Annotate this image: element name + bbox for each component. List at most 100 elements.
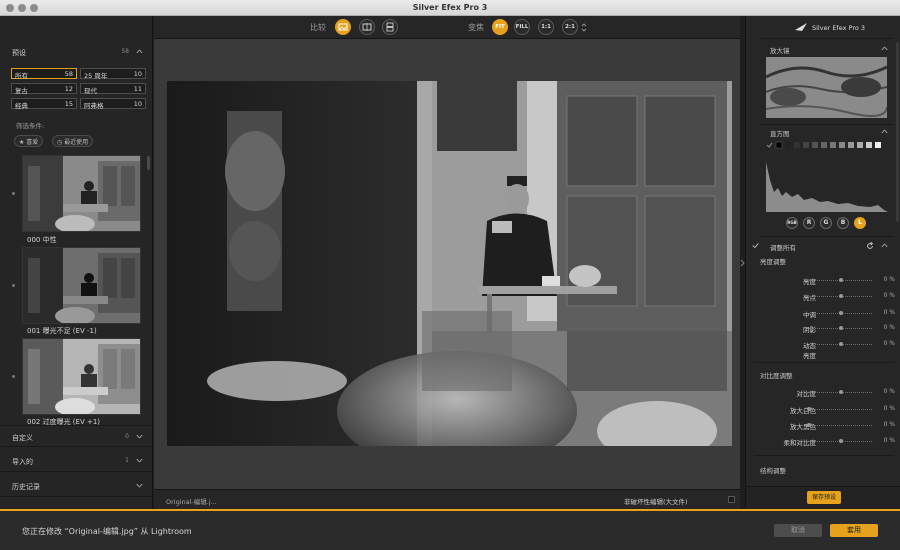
thumbnail-image bbox=[23, 156, 140, 231]
category-all[interactable]: 所有 58 bbox=[11, 68, 77, 80]
preset-label: 000 中性 bbox=[27, 236, 57, 244]
custom-section-label: 自定义 bbox=[12, 434, 33, 442]
apply-button[interactable]: 套用 bbox=[830, 524, 878, 537]
panel-scrollbar[interactable] bbox=[896, 42, 899, 222]
save-preset-button[interactable]: 保存预设 bbox=[807, 491, 841, 504]
chevron-down-icon[interactable] bbox=[136, 433, 143, 440]
slider-brightness[interactable]: 亮度 0 % bbox=[746, 273, 900, 287]
preview-image[interactable] bbox=[167, 81, 732, 446]
host-bottom-bar: 您正在修改 “Original-编辑.jpg” 从 Lightroom 取消 套… bbox=[0, 509, 900, 550]
histogram-label: 直方图 bbox=[770, 130, 790, 138]
slider-knob[interactable] bbox=[839, 342, 843, 346]
slider-track[interactable] bbox=[809, 425, 872, 426]
chevron-up-icon[interactable] bbox=[136, 48, 143, 55]
chevron-down-icon[interactable] bbox=[136, 482, 143, 489]
chevron-up-icon[interactable] bbox=[881, 45, 888, 52]
category-name: 现代 bbox=[84, 87, 97, 95]
category-25th[interactable]: 25 周年 10 bbox=[80, 68, 146, 80]
custom-section[interactable]: 自定义 0 bbox=[0, 425, 153, 447]
slider-knob[interactable] bbox=[807, 407, 811, 411]
slider-shadows[interactable]: 阴影 0 % bbox=[746, 321, 900, 335]
category-name: 25 周年 bbox=[84, 72, 108, 80]
preview-canvas[interactable] bbox=[154, 39, 740, 489]
imported-section[interactable]: 导入的 1 bbox=[0, 450, 153, 472]
category-count: 58 bbox=[64, 70, 73, 78]
slider-track[interactable] bbox=[809, 409, 872, 410]
slider-soft-contrast[interactable]: 柔和对比度 0 % bbox=[746, 434, 900, 448]
category-classic[interactable]: 经典 15 bbox=[11, 98, 77, 110]
structure-section-label: 结构调整 bbox=[760, 467, 786, 475]
zoom-fill-button[interactable]: FILL bbox=[514, 19, 530, 35]
slider-knob[interactable] bbox=[839, 326, 843, 330]
favorite-dot[interactable] bbox=[12, 375, 15, 378]
category-afg[interactable]: 阿弗格 10 bbox=[80, 98, 146, 110]
category-name: 经典 bbox=[15, 102, 28, 110]
preset-thumbnail[interactable] bbox=[22, 155, 141, 232]
edit-mode-checkbox[interactable] bbox=[728, 496, 735, 503]
slider-value: 0 % bbox=[883, 421, 895, 428]
slider-label: 柔和对比度 bbox=[783, 439, 817, 447]
split-view-button[interactable] bbox=[359, 19, 375, 35]
preset-thumbnail[interactable] bbox=[22, 338, 141, 415]
chevron-up-icon[interactable] bbox=[881, 128, 888, 135]
presets-header[interactable]: 预设 58 bbox=[0, 16, 153, 64]
slider-value: 0 % bbox=[883, 405, 895, 412]
chevron-down-icon[interactable] bbox=[136, 457, 143, 464]
slider-midtones[interactable]: 中调 0 % bbox=[746, 306, 900, 320]
title-bar: Silver Efex Pro 3 bbox=[0, 0, 900, 16]
favorite-dot[interactable] bbox=[12, 192, 15, 195]
slider-contrast[interactable]: 对比度 0 % bbox=[746, 385, 900, 399]
side-by-side-button[interactable] bbox=[382, 19, 398, 35]
category-count: 10 bbox=[133, 100, 142, 108]
filter-recent[interactable]: ◷ 最近使用 bbox=[52, 135, 94, 147]
slider-amplify-whites[interactable]: 放大白色 0 % bbox=[746, 402, 900, 416]
cancel-button[interactable]: 取消 bbox=[774, 524, 822, 537]
histogram-b-button[interactable]: B bbox=[837, 217, 849, 229]
filter-favorites[interactable]: ★ 喜爱 bbox=[14, 135, 44, 147]
category-count: 15 bbox=[64, 100, 73, 108]
slider-value: 0 % bbox=[883, 340, 895, 347]
category-vintage[interactable]: 复古 12 bbox=[11, 83, 77, 95]
slider-knob[interactable] bbox=[839, 439, 843, 443]
slider-value: 0 % bbox=[883, 388, 895, 395]
slider-label: 对比度 bbox=[796, 390, 817, 398]
single-view-button[interactable] bbox=[335, 19, 351, 35]
slider-label: 阴影 bbox=[803, 326, 816, 334]
slider-highlights[interactable]: 亮点 0 % bbox=[746, 289, 900, 303]
slider-knob[interactable] bbox=[839, 294, 843, 298]
histogram-rgb-button[interactable]: RGB bbox=[786, 217, 798, 229]
tone-swatches[interactable] bbox=[766, 141, 888, 149]
presets-panel: 预设 58 所有 58 25 周年 10 复古 12 现代 11 经典 15 阿… bbox=[0, 16, 153, 509]
app-window: Silver Efex Pro 3 预设 58 所有 58 25 周年 10 复… bbox=[0, 0, 900, 550]
slider-knob[interactable] bbox=[839, 390, 843, 394]
slider-knob[interactable] bbox=[839, 311, 843, 315]
reset-icon[interactable] bbox=[866, 242, 874, 250]
favorite-dot[interactable] bbox=[12, 284, 15, 287]
slider-knob[interactable] bbox=[807, 423, 811, 427]
slider-dynamic-brightness-label2: 亮度 bbox=[746, 347, 900, 361]
category-count: 10 bbox=[133, 70, 142, 78]
slider-amplify-blacks[interactable]: 放大黑色 0 % bbox=[746, 418, 900, 432]
zoom-1-1-label: 1:1 bbox=[541, 24, 551, 30]
thumbnail-scrollbar[interactable] bbox=[147, 156, 150, 170]
zoom-fit-button[interactable]: FIT bbox=[492, 19, 508, 35]
histogram-r-button[interactable]: R bbox=[803, 217, 815, 229]
slider-knob[interactable] bbox=[839, 278, 843, 282]
photo-render bbox=[167, 81, 732, 446]
histogram-g-button[interactable]: G bbox=[820, 217, 832, 229]
zoom-2-1-button[interactable]: 2:1 bbox=[562, 19, 578, 35]
slider-label: 中调 bbox=[803, 311, 816, 319]
chevron-up-icon[interactable] bbox=[881, 242, 888, 249]
zoom-1-1-button[interactable]: 1:1 bbox=[538, 19, 554, 35]
histogram-l-button[interactable]: L bbox=[854, 217, 866, 229]
zoom-2-1-label: 2:1 bbox=[565, 24, 575, 30]
loupe-preview[interactable] bbox=[766, 57, 887, 118]
category-modern[interactable]: 现代 11 bbox=[80, 83, 146, 95]
preset-thumbnail[interactable] bbox=[22, 247, 141, 324]
host-message: 您正在修改 “Original-编辑.jpg” 从 Lightroom bbox=[22, 527, 192, 536]
checkmark-icon[interactable] bbox=[752, 242, 759, 249]
loupe-image bbox=[766, 57, 887, 118]
history-section[interactable]: 历史记录 bbox=[0, 475, 153, 497]
zoom-stepper-icon[interactable] bbox=[581, 23, 587, 32]
slider-value: 0 % bbox=[883, 437, 895, 444]
